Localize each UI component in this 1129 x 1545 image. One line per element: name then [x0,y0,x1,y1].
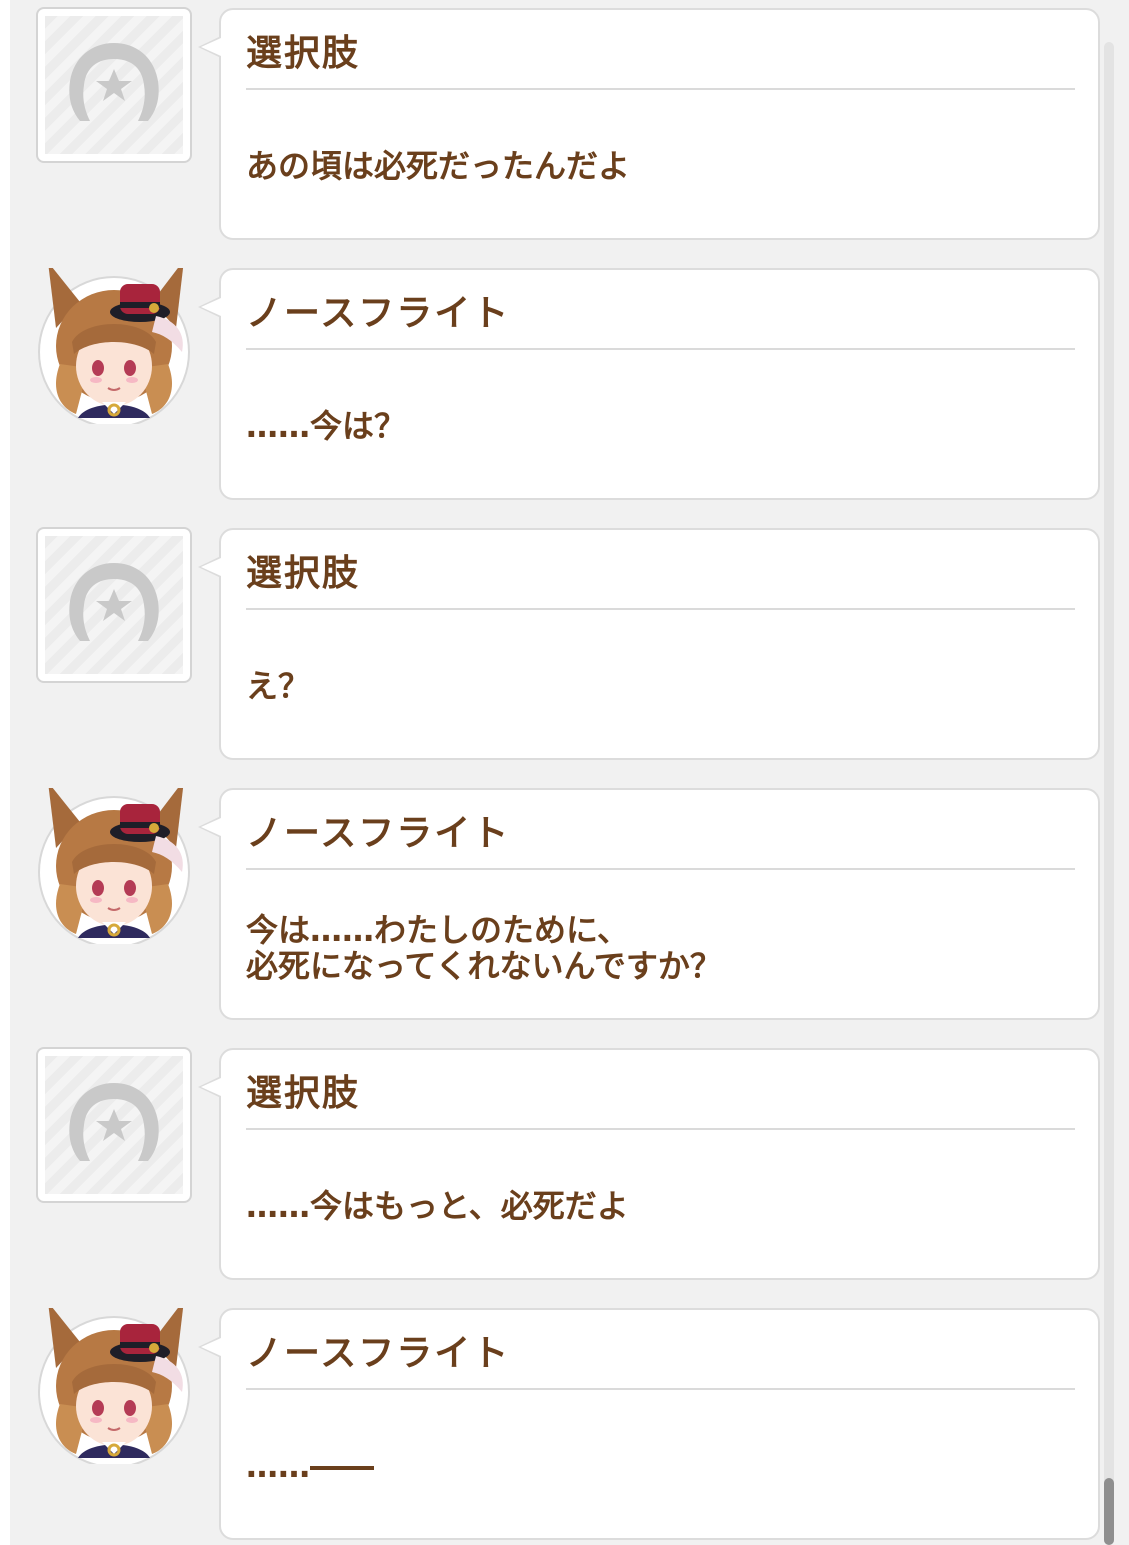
scrollbar-thumb[interactable] [1104,1478,1114,1545]
speaker-name: 選択肢 [246,1073,361,1114]
character-avatar [36,1300,192,1468]
scrollbar[interactable] [1104,42,1114,1545]
divider [246,348,1075,350]
log-entry: 選択肢 ……今はもっと、必死だよ [0,1040,1129,1280]
divider [246,88,1075,90]
log-entry: ノースフライト 今は……わたしのために、 必死になってくれないんですか？ [0,780,1129,1020]
dialogue-text: ……今は？ [246,407,407,445]
log-entry: 選択肢 あの頃は必死だったんだよ [0,0,1129,240]
north-flight-portrait-icon [38,780,190,948]
divider [246,608,1075,610]
speaker-name: ノースフライト [246,813,511,854]
bubble-tail [198,296,221,318]
log-entry: 選択肢 え？ [0,520,1129,760]
dialogue-text: ……―― [246,1447,374,1485]
dialogue-text: 今は……わたしのために、 必死になってくれないんですか？ [246,911,722,985]
dialogue-bubble: 選択肢 ……今はもっと、必死だよ [198,1048,1100,1280]
choice-avatar [36,7,192,163]
choice-avatar [36,1047,192,1203]
log-entry: ノースフライト ……今は？ [0,260,1129,500]
horseshoe-star-icon [69,563,159,641]
north-flight-portrait-icon [38,1300,190,1468]
divider [246,1388,1075,1390]
bubble-tail [198,556,221,578]
character-avatar [36,260,192,428]
dialogue-text: え？ [246,667,311,705]
dialogue-log[interactable]: 選択肢 あの頃は必死だったんだよ ノースフライト ……今は？ 選択肢 え？ ノー… [0,0,1129,1545]
horseshoe-star-icon [69,1083,159,1161]
divider [246,868,1075,870]
character-avatar [36,780,192,948]
divider [246,1128,1075,1130]
speaker-name: ノースフライト [246,1333,511,1374]
speaker-name: ノースフライト [246,293,511,334]
dialogue-bubble: ノースフライト 今は……わたしのために、 必死になってくれないんですか？ [198,788,1100,1020]
dialogue-bubble: 選択肢 え？ [198,528,1100,760]
bubble-tail [198,1336,221,1358]
dialogue-text: あの頃は必死だったんだよ [246,147,631,185]
bubble-tail [198,816,221,838]
horseshoe-star-icon [69,43,159,121]
speaker-name: 選択肢 [246,33,361,74]
north-flight-portrait-icon [38,260,190,428]
dialogue-bubble: ノースフライト ……―― [198,1308,1100,1540]
dialogue-bubble: 選択肢 あの頃は必死だったんだよ [198,8,1100,240]
bubble-tail [198,36,221,58]
speaker-name: 選択肢 [246,553,361,594]
dialogue-bubble: ノースフライト ……今は？ [198,268,1100,500]
dialogue-text: ……今はもっと、必死だよ [246,1187,629,1225]
log-entry: ノースフライト ……―― [0,1300,1129,1540]
bubble-tail [198,1076,221,1098]
choice-avatar [36,527,192,683]
